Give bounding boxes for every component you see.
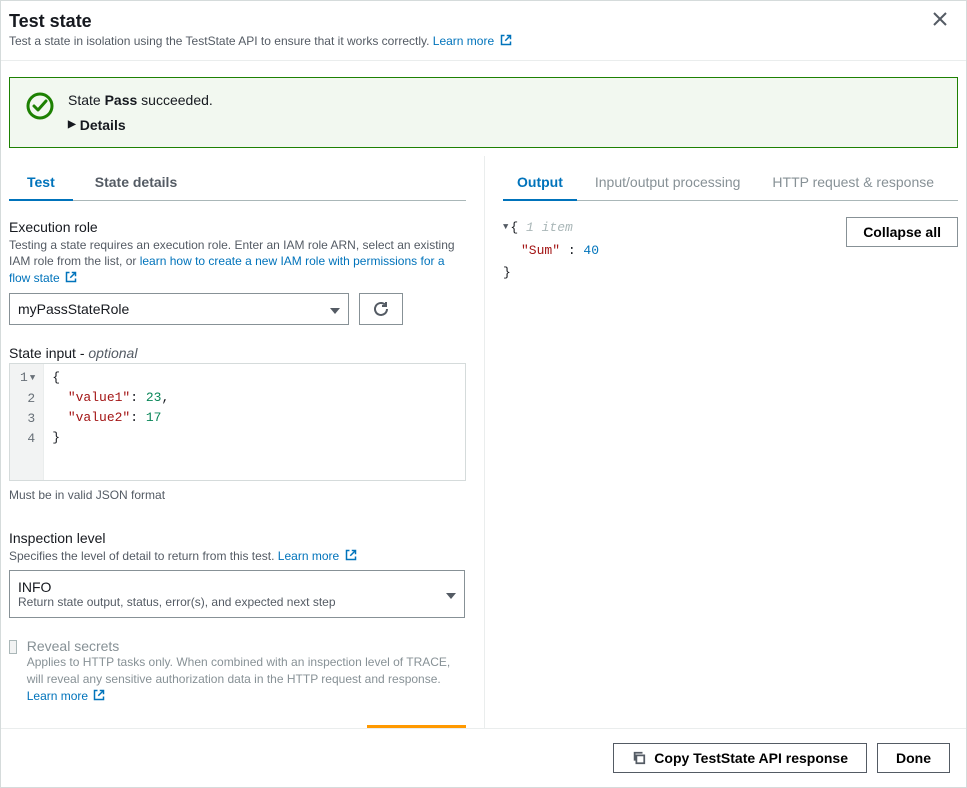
- exec-role-help: Testing a state requires an execution ro…: [9, 237, 466, 287]
- json-item-count: 1 item: [526, 220, 573, 235]
- json-toggle-icon[interactable]: ▼: [503, 216, 508, 238]
- alert-details-toggle[interactable]: ▶ Details: [68, 117, 126, 133]
- tab-state-details[interactable]: State details: [77, 164, 195, 200]
- right-tabs: Output Input/output processing HTTP requ…: [503, 164, 958, 201]
- success-alert: State Pass succeeded. ▶ Details: [9, 77, 958, 148]
- refresh-roles-button[interactable]: [359, 293, 403, 325]
- test-state-modal: Test state Test a state in isolation usi…: [0, 0, 967, 788]
- success-check-icon: [26, 92, 54, 120]
- editor-gutter: 1▼ 2 3 4: [10, 364, 44, 480]
- external-link-icon: [65, 271, 77, 283]
- left-panel: Test State details Execution role Testin…: [1, 156, 485, 729]
- collapse-all-button[interactable]: Collapse all: [846, 217, 958, 247]
- fold-icon: ▼: [30, 368, 35, 388]
- refresh-icon: [373, 301, 389, 317]
- copy-icon: [632, 751, 646, 765]
- modal-header: Test state Test a state in isolation usi…: [1, 1, 966, 61]
- caret-right-icon: ▶: [68, 119, 76, 130]
- inspection-help-link[interactable]: Learn more: [278, 549, 357, 563]
- reveal-secrets-checkbox: [9, 640, 17, 654]
- external-link-icon: [500, 34, 512, 46]
- state-input-section: State input - optional 1▼ 2 3 4 { "value…: [9, 345, 466, 510]
- reveal-secrets-help: Applies to HTTP tasks only. When combine…: [27, 654, 466, 704]
- reveal-secrets-row: Reveal secrets Applies to HTTP tasks onl…: [9, 638, 466, 704]
- inspection-value-desc: Return state output, status, error(s), a…: [18, 595, 336, 609]
- tab-test[interactable]: Test: [9, 164, 73, 200]
- execution-role-section: Execution role Testing a state requires …: [9, 219, 466, 325]
- reveal-secrets-link[interactable]: Learn more: [27, 689, 106, 703]
- done-button[interactable]: Done: [877, 743, 950, 773]
- tab-io-processing[interactable]: Input/output processing: [581, 164, 755, 200]
- inspection-help: Specifies the level of detail to return …: [9, 548, 466, 565]
- inspection-section: Inspection level Specifies the level of …: [9, 530, 466, 619]
- left-tabs: Test State details: [9, 164, 466, 201]
- output-json-viewer[interactable]: ▼{ 1 item "Sum" : 40 }: [503, 217, 834, 284]
- state-input-footer: Must be in valid JSON format: [9, 487, 466, 504]
- close-button[interactable]: [932, 11, 952, 31]
- inspection-value: INFO: [18, 579, 51, 595]
- tab-output[interactable]: Output: [503, 164, 577, 200]
- close-icon: [932, 11, 948, 27]
- state-input-label: State input - optional: [9, 345, 466, 361]
- right-panel: Output Input/output processing HTTP requ…: [485, 156, 966, 729]
- inspection-select[interactable]: INFO Return state output, status, error(…: [9, 570, 465, 618]
- learn-more-link[interactable]: Learn more: [433, 34, 512, 48]
- external-link-icon: [93, 689, 105, 701]
- json-key: "Sum": [521, 243, 560, 258]
- inspection-label: Inspection level: [9, 530, 466, 546]
- modal-title: Test state: [9, 11, 950, 32]
- exec-role-select[interactable]: myPassStateRole: [9, 293, 349, 325]
- json-value: 40: [583, 243, 599, 258]
- modal-footer: Copy TestState API response Done: [1, 728, 966, 787]
- tab-http[interactable]: HTTP request & response: [758, 164, 948, 200]
- external-link-icon: [345, 549, 357, 561]
- chevron-down-icon: [330, 301, 340, 317]
- editor-code: { "value1": 23, "value2": 17 }: [44, 364, 177, 480]
- state-input-editor[interactable]: 1▼ 2 3 4 { "value1": 23, "value2": 17 }: [9, 363, 466, 481]
- exec-role-label: Execution role: [9, 219, 466, 235]
- alert-title: State Pass succeeded.: [68, 92, 941, 108]
- chevron-down-icon: [446, 586, 456, 602]
- exec-role-value: myPassStateRole: [18, 301, 129, 317]
- reveal-secrets-label: Reveal secrets: [27, 638, 466, 654]
- copy-response-button[interactable]: Copy TestState API response: [613, 743, 867, 773]
- modal-subtitle: Test a state in isolation using the Test…: [9, 34, 950, 48]
